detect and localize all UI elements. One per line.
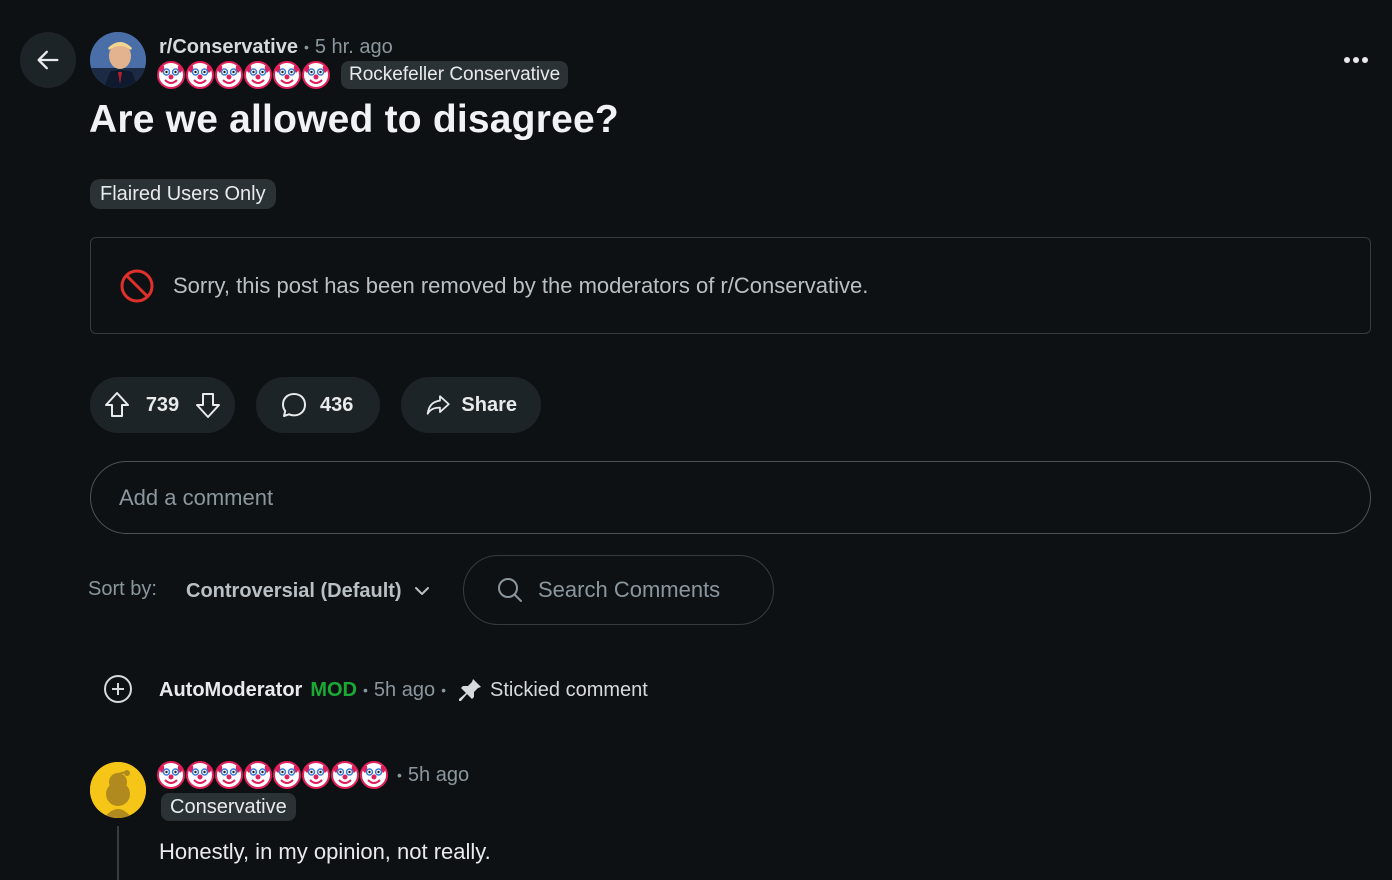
- comment-author-flair: Conservative: [161, 793, 296, 821]
- more-options-icon: [1344, 57, 1368, 63]
- post-title: Are we allowed to disagree?: [89, 98, 619, 141]
- thread-line[interactable]: [117, 826, 119, 880]
- sort-dropdown[interactable]: Controversial (Default): [186, 575, 430, 607]
- comment-count: 436: [320, 393, 354, 416]
- vote-bar: 739: [90, 377, 235, 433]
- comment-avatar[interactable]: [90, 762, 146, 818]
- automod-comment-meta: AutoModerator MOD • 5h ago • Stickied co…: [159, 676, 648, 704]
- search-comments-input[interactable]: Search Comments: [463, 555, 774, 625]
- author-flair: Rockefeller Conservative: [157, 60, 569, 90]
- share-label: Share: [461, 393, 517, 416]
- separator-dot: •: [441, 682, 446, 698]
- comment-time: 5h ago: [407, 763, 470, 786]
- back-arrow-icon: [37, 50, 59, 70]
- clown-emoji-icon: [215, 61, 243, 89]
- more-options-button[interactable]: [1336, 44, 1376, 76]
- add-comment-input[interactable]: Add a comment: [90, 461, 1371, 534]
- share-icon: [426, 395, 450, 415]
- separator-dot: •: [363, 682, 368, 698]
- clown-emoji-icon: [186, 761, 214, 789]
- separator-dot: •: [397, 767, 402, 783]
- post-meta: r/Conservative • 5 hr. ago: [159, 35, 393, 59]
- clown-emoji-icon: [302, 761, 330, 789]
- pin-icon: [456, 676, 484, 704]
- vote-score: 739: [145, 393, 180, 416]
- comment-body: Honestly, in my opinion, not really.: [159, 839, 491, 864]
- clown-emoji-icon: [215, 761, 243, 789]
- clown-emoji-icon: [157, 61, 185, 89]
- removed-icon: [120, 269, 154, 302]
- clown-emoji-icon: [273, 761, 301, 789]
- post-time: 5 hr. ago: [314, 35, 393, 58]
- search-comments-placeholder: Search Comments: [538, 577, 721, 602]
- clown-emoji-icon: [186, 61, 214, 89]
- expand-comment-button[interactable]: [102, 673, 134, 705]
- search-icon: [498, 578, 522, 602]
- comment-time: 5h ago: [373, 678, 436, 701]
- author-flair-text: Rockefeller Conservative: [341, 61, 569, 89]
- comments-button[interactable]: 436: [256, 377, 380, 433]
- comment-meta: • 5h ago: [157, 760, 469, 790]
- post-flair[interactable]: Flaired Users Only: [90, 179, 276, 209]
- clown-emoji-icon: [244, 61, 272, 89]
- clown-emoji-icon: [273, 61, 301, 89]
- upvote-button[interactable]: [104, 391, 130, 419]
- downvote-icon: [196, 393, 220, 418]
- removed-notice-text: Sorry, this post has been removed by the…: [173, 272, 869, 298]
- comment-author[interactable]: AutoModerator: [159, 679, 302, 702]
- subreddit-avatar[interactable]: [90, 32, 146, 88]
- separator-dot: •: [303, 39, 309, 55]
- expand-plus-icon: [104, 675, 132, 703]
- clown-emoji-icon: [157, 761, 185, 789]
- author-emoji-flair: [157, 61, 331, 89]
- subreddit-link[interactable]: r/Conservative: [159, 36, 298, 59]
- downvote-button[interactable]: [195, 391, 221, 419]
- reddit-post-page: r/Conservative • 5 hr. ago Rockefeller C…: [0, 0, 1392, 880]
- comment-icon: [282, 393, 306, 417]
- share-button[interactable]: Share: [401, 377, 541, 433]
- sticky-label: Stickied comment: [489, 678, 648, 701]
- clown-emoji-icon: [302, 61, 330, 89]
- clown-emoji-icon: [360, 761, 388, 789]
- sort-label: Sort by:: [88, 578, 157, 600]
- chevron-down-icon: [414, 587, 429, 595]
- removed-notice: Sorry, this post has been removed by the…: [90, 237, 1371, 334]
- back-button[interactable]: [20, 32, 76, 88]
- clown-emoji-icon: [244, 761, 272, 789]
- mod-tag: MOD: [310, 678, 357, 701]
- comment-author-emoji[interactable]: [157, 761, 389, 789]
- clown-emoji-icon: [331, 761, 359, 789]
- upvote-icon: [105, 392, 129, 417]
- sort-value: Controversial (Default): [186, 579, 402, 602]
